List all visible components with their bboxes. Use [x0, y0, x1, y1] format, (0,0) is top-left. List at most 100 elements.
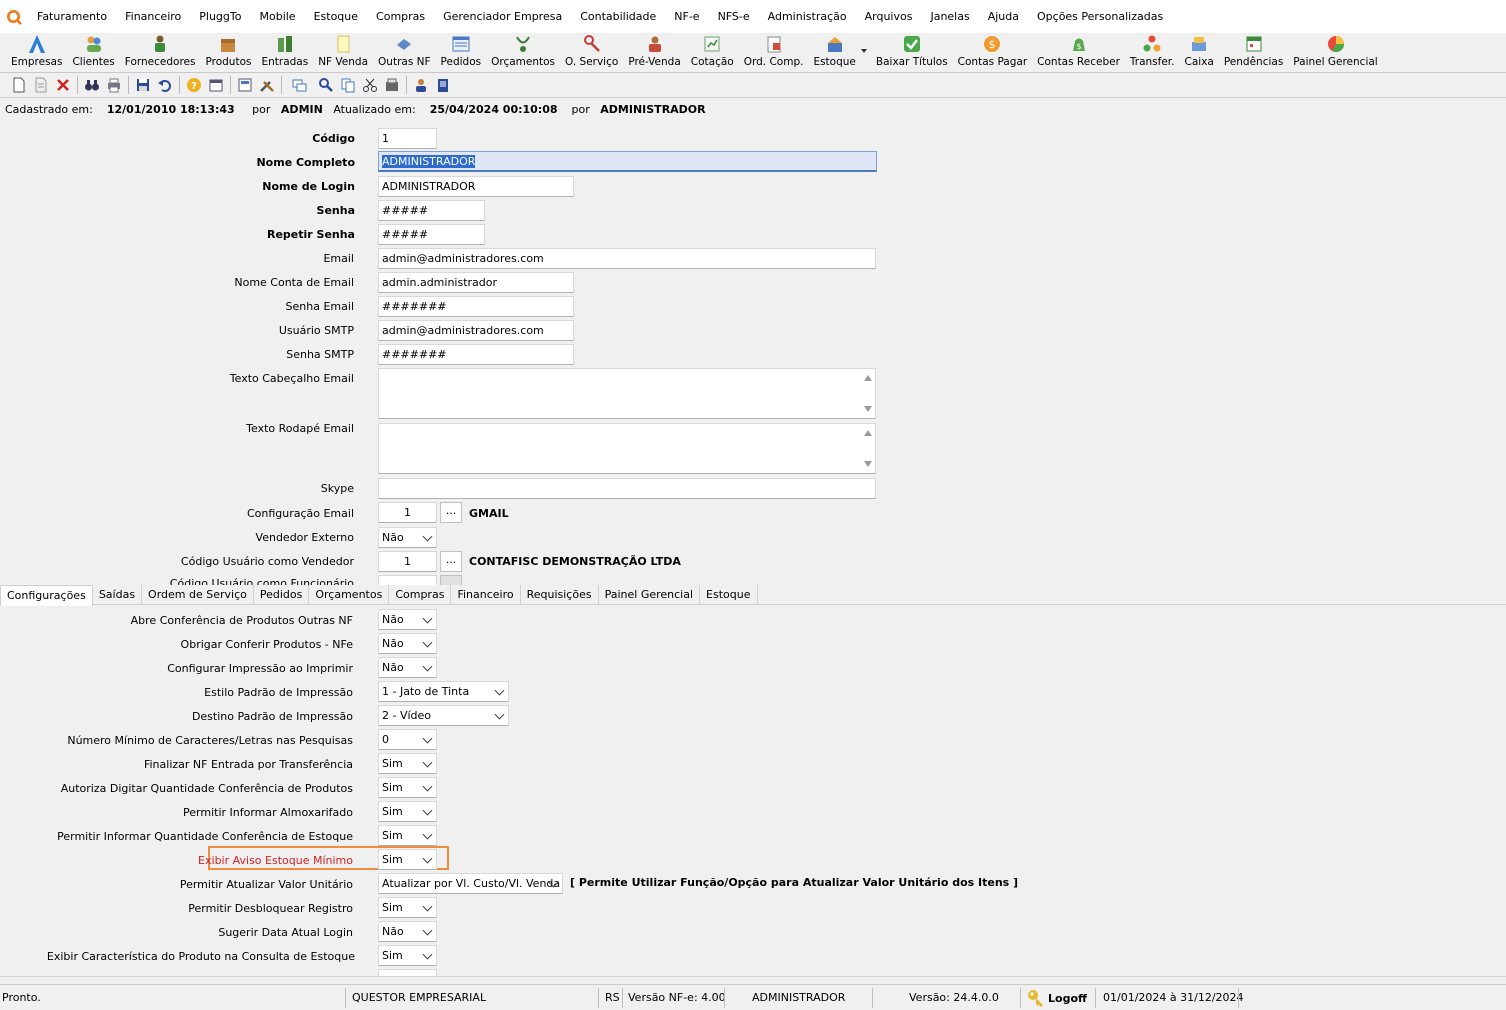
usuario-smtp-field[interactable]: admin@administradores.com	[378, 320, 574, 341]
calculator-button[interactable]	[381, 74, 403, 96]
menu-contabilidade[interactable]: Contabilidade	[571, 10, 665, 23]
help-button[interactable]: ?	[183, 74, 205, 96]
menu-estoque[interactable]: Estoque	[305, 10, 367, 23]
toolbar-ordem-compra-button[interactable]: Ord. Comp.	[739, 33, 809, 71]
tab-painel-gerencial[interactable]: Painel Gerencial	[599, 585, 701, 605]
menu-mobile[interactable]: Mobile	[250, 10, 304, 23]
scroll-up-icon[interactable]	[864, 430, 872, 436]
toolbar-ordem-servico-button[interactable]: O. Serviço	[560, 33, 623, 71]
toolbar-produtos-button[interactable]: Produtos	[200, 33, 256, 71]
menu-opcoes-personalizadas[interactable]: Opções Personalizadas	[1028, 10, 1172, 23]
menu-faturamento[interactable]: Faturamento	[28, 10, 116, 23]
tab-financeiro[interactable]: Financeiro	[451, 585, 521, 605]
nome-login-field[interactable]: ADMINISTRADOR	[378, 176, 574, 197]
codigo-vendedor-lookup-button[interactable]: ...	[440, 551, 462, 572]
toolbar-clientes-button[interactable]: Clientes	[67, 33, 119, 71]
config-row-select[interactable]: Sim	[378, 897, 437, 918]
tab-orcamentos[interactable]: Orçamentos	[309, 585, 390, 605]
toolbar-fornecedores-button[interactable]: Fornecedores	[120, 33, 201, 71]
toolbar-pre-venda-button[interactable]: Pré-Venda	[623, 33, 685, 71]
toolbar-empresas-button[interactable]: Empresas	[6, 33, 67, 71]
search-button[interactable]	[81, 74, 103, 96]
senha-field[interactable]: #####	[378, 200, 485, 221]
scroll-up-icon[interactable]	[864, 375, 872, 381]
config-email-lookup-button[interactable]: ...	[440, 502, 462, 523]
toolbar-contas-receber-button[interactable]: $ Contas Receber	[1032, 33, 1125, 71]
scroll-down-icon[interactable]	[864, 461, 872, 467]
config-row-select[interactable]: Não	[378, 633, 437, 654]
menu-nfse[interactable]: NFS-e	[709, 10, 759, 23]
user-button[interactable]	[410, 74, 432, 96]
config-row-select[interactable]: Sim	[378, 825, 437, 846]
menu-financeiro[interactable]: Financeiro	[116, 10, 190, 23]
calendar-button[interactable]	[205, 74, 227, 96]
dropdown-arrow-icon[interactable]	[860, 48, 867, 54]
delete-record-button[interactable]	[52, 74, 74, 96]
toolbar-contas-pagar-button[interactable]: $ Contas Pagar	[953, 33, 1032, 71]
menu-arquivos[interactable]: Arquivos	[856, 10, 922, 23]
repetir-senha-field[interactable]: #####	[378, 224, 485, 245]
toolbar-pendencias-button[interactable]: Pendências	[1219, 33, 1288, 71]
tab-pedidos[interactable]: Pedidos	[254, 585, 310, 605]
new-record-button[interactable]	[8, 74, 30, 96]
texto-rodape-memo[interactable]	[378, 423, 876, 474]
config-row-select[interactable]: Não	[378, 609, 437, 630]
menu-pluggto[interactable]: PluggTo	[190, 10, 250, 23]
toolbar-cotacao-button[interactable]: Cotação	[686, 33, 739, 71]
partially-hidden-select[interactable]	[378, 969, 437, 976]
config-row-select[interactable]: 1 - Jato de Tinta	[378, 681, 509, 702]
toolbar-orcamentos-button[interactable]: Orçamentos	[486, 33, 560, 71]
config-row-select[interactable]: Sim	[378, 777, 437, 798]
tab-compras[interactable]: Compras	[389, 585, 452, 605]
tab-saidas[interactable]: Saídas	[93, 585, 143, 605]
exibir-aviso-estoque-select[interactable]: Sim	[378, 849, 437, 870]
codigo-field[interactable]: 1	[378, 128, 437, 149]
senha-smtp-field[interactable]: #######	[378, 344, 574, 365]
toolbar-estoque-button[interactable]: Estoque	[808, 33, 867, 71]
config-row-select[interactable]: Sim	[378, 801, 437, 822]
copy-button[interactable]	[337, 74, 359, 96]
toolbar-painel-gerencial-button[interactable]: Painel Gerencial	[1288, 33, 1382, 71]
nome-conta-email-field[interactable]: admin.administrador	[378, 272, 574, 293]
tab-configuracoes[interactable]: Configurações	[0, 585, 93, 606]
config-row-select[interactable]: Não	[378, 921, 437, 942]
toolbar-transferencia-button[interactable]: Transfer.	[1125, 33, 1180, 71]
tab-estoque[interactable]: Estoque	[700, 585, 758, 605]
vendedor-externo-select[interactable]: Não	[378, 527, 437, 548]
windows-button[interactable]	[285, 74, 315, 96]
texto-cabecalho-memo[interactable]	[378, 368, 876, 419]
senha-email-field[interactable]: #######	[378, 296, 574, 317]
tab-requisicoes[interactable]: Requisições	[521, 585, 599, 605]
toolbar-outras-nf-button[interactable]: Outras NF	[373, 33, 436, 71]
config-row-select[interactable]: Sim	[378, 753, 437, 774]
menu-administracao[interactable]: Administração	[759, 10, 856, 23]
toolbar-entradas-button[interactable]: Entradas	[256, 33, 313, 71]
config-row-select[interactable]: Não	[378, 657, 437, 678]
menu-janelas[interactable]: Janelas	[921, 10, 978, 23]
codigo-funcionario-lookup-button[interactable]	[440, 575, 462, 585]
tab-ordem-servico[interactable]: Ordem de Serviço	[142, 585, 254, 605]
codigo-vendedor-field[interactable]: 1	[378, 551, 437, 572]
toolbar-nf-venda-button[interactable]: NF Venda	[313, 33, 373, 71]
cut-button[interactable]	[359, 74, 381, 96]
toolbar-baixar-titulos-button[interactable]: Baixar Títulos	[871, 33, 953, 71]
logoff-button[interactable]: Logoff	[1026, 987, 1087, 1009]
skype-field[interactable]	[378, 478, 876, 499]
tools-button[interactable]	[256, 74, 278, 96]
print-button[interactable]	[103, 74, 125, 96]
config-row-select[interactable]: Sim	[378, 945, 437, 966]
edit-record-button[interactable]	[30, 74, 52, 96]
config-row-select[interactable]: 2 - Vídeo	[378, 705, 509, 726]
report-button[interactable]	[234, 74, 256, 96]
config-email-field[interactable]: 1	[378, 502, 437, 523]
email-field[interactable]: admin@administradores.com	[378, 248, 876, 269]
menu-nfe[interactable]: NF-e	[665, 10, 708, 23]
toolbar-caixa-button[interactable]: Caixa	[1180, 33, 1219, 71]
save-button[interactable]	[132, 74, 154, 96]
nome-completo-field[interactable]: ADMINISTRADOR	[378, 151, 877, 172]
find-button[interactable]	[315, 74, 337, 96]
atualizar-valor-unitario-select[interactable]: Atualizar por Vl. Custo/Vl. Venda	[378, 873, 563, 894]
scroll-down-icon[interactable]	[864, 406, 872, 412]
toolbar-pedidos-button[interactable]: Pedidos	[436, 33, 487, 71]
menu-gerenciador-empresa[interactable]: Gerenciador Empresa	[434, 10, 571, 23]
